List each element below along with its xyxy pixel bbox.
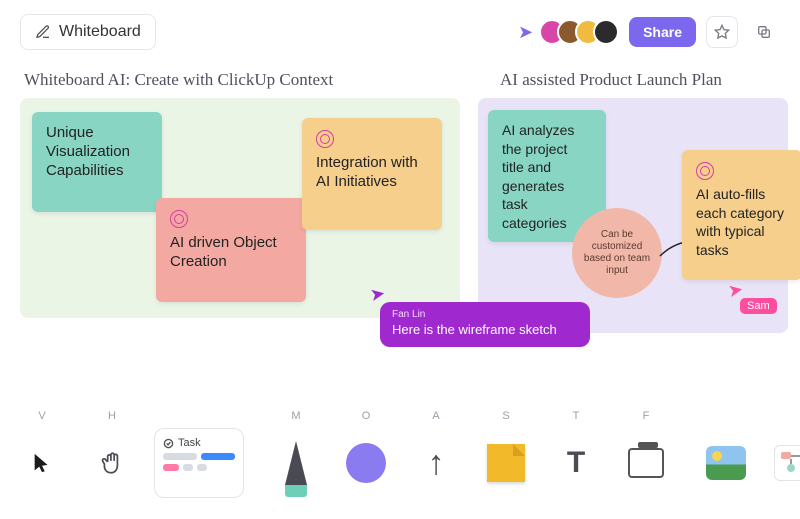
sticky-text: AI analyzes the project title and genera… — [502, 122, 574, 231]
bottom-toolbar: V H Task M O A ↑ S T T F — [0, 404, 800, 519]
tool-key: M — [291, 410, 300, 424]
remote-cursor-label: Sam — [740, 298, 777, 314]
board-title-2: AI assisted Product Launch Plan — [500, 70, 722, 90]
board-1[interactable]: Unique Visualization Capabilities AI dri… — [20, 98, 460, 318]
flowchart-icon — [779, 450, 800, 476]
sticky-note[interactable]: Integration with AI Initiatives — [302, 118, 442, 230]
tool-task-card[interactable]: Task — [150, 410, 248, 498]
tool-shape[interactable]: O — [334, 410, 398, 498]
whiteboard-chip[interactable]: Whiteboard — [20, 14, 156, 50]
tool-text[interactable]: T T — [544, 410, 608, 498]
tool-key — [724, 410, 727, 424]
tool-diagram[interactable] — [764, 410, 800, 498]
hand-icon — [99, 449, 125, 477]
circle-icon — [346, 443, 386, 483]
circle-note[interactable]: Can be customized based on team input — [572, 208, 662, 298]
cursor-indicator-icon: ➤ — [518, 22, 533, 43]
star-icon — [714, 24, 730, 40]
share-button[interactable]: Share — [629, 17, 696, 47]
tool-select[interactable]: V — [10, 410, 74, 498]
sticky-text: Integration with AI Initiatives — [316, 154, 418, 190]
sticky-note[interactable]: AI auto-fills each category with typical… — [682, 150, 800, 280]
tool-key — [197, 410, 200, 424]
arrow-up-icon: ↑ — [428, 444, 445, 483]
frame-icon — [628, 448, 664, 478]
sticky-text: Unique Visualization Capabilities — [46, 124, 130, 179]
comment-author: Fan Lin — [392, 308, 578, 321]
sticky-icon — [487, 444, 525, 482]
tool-sticky[interactable]: S — [474, 410, 538, 498]
edit-icon — [35, 24, 51, 40]
tool-key: S — [502, 410, 509, 424]
check-circle-icon — [163, 438, 174, 449]
task-card-label: Task — [178, 437, 201, 449]
sticky-text: AI auto-fills each category with typical… — [696, 186, 784, 258]
image-icon — [706, 446, 746, 480]
board-2[interactable]: AI analyzes the project title and genera… — [478, 98, 788, 333]
openai-icon — [316, 130, 334, 148]
tool-key: O — [362, 410, 371, 424]
comment-bubble[interactable]: Fan Lin Here is the wireframe sketch — [380, 302, 590, 347]
tool-arrow[interactable]: A ↑ — [404, 410, 468, 498]
copy-button[interactable] — [748, 16, 780, 48]
header-right: ➤ Share — [518, 16, 780, 48]
circle-text: Can be customized based on team input — [582, 229, 652, 277]
favorite-button[interactable] — [706, 16, 738, 48]
tool-hand[interactable]: H — [80, 410, 144, 498]
tool-key: T — [573, 410, 580, 424]
openai-icon — [696, 162, 714, 180]
diagram-icon — [774, 445, 800, 481]
board-title-1: Whiteboard AI: Create with ClickUp Conte… — [24, 70, 333, 90]
tool-key: F — [643, 410, 650, 424]
task-card-preview: Task — [154, 428, 244, 498]
sticky-text: AI driven Object Creation — [170, 234, 277, 270]
tool-key: A — [432, 410, 439, 424]
tool-key: V — [38, 410, 45, 424]
pen-icon — [285, 441, 307, 485]
tool-image[interactable] — [694, 410, 758, 498]
sticky-note[interactable]: AI driven Object Creation — [156, 198, 306, 302]
collaborator-avatars[interactable] — [547, 19, 619, 45]
text-icon: T — [567, 446, 585, 480]
cursor-icon — [31, 450, 53, 476]
tool-pen[interactable]: M — [264, 410, 328, 498]
avatar[interactable] — [593, 19, 619, 45]
tool-frame[interactable]: F — [614, 410, 678, 498]
openai-icon — [170, 210, 188, 228]
tool-key: H — [108, 410, 116, 424]
copy-icon — [756, 24, 772, 40]
comment-text: Here is the wireframe sketch — [392, 322, 557, 337]
sticky-note[interactable]: Unique Visualization Capabilities — [32, 112, 162, 212]
tool-key — [794, 410, 797, 424]
whiteboard-chip-label: Whiteboard — [59, 23, 141, 41]
